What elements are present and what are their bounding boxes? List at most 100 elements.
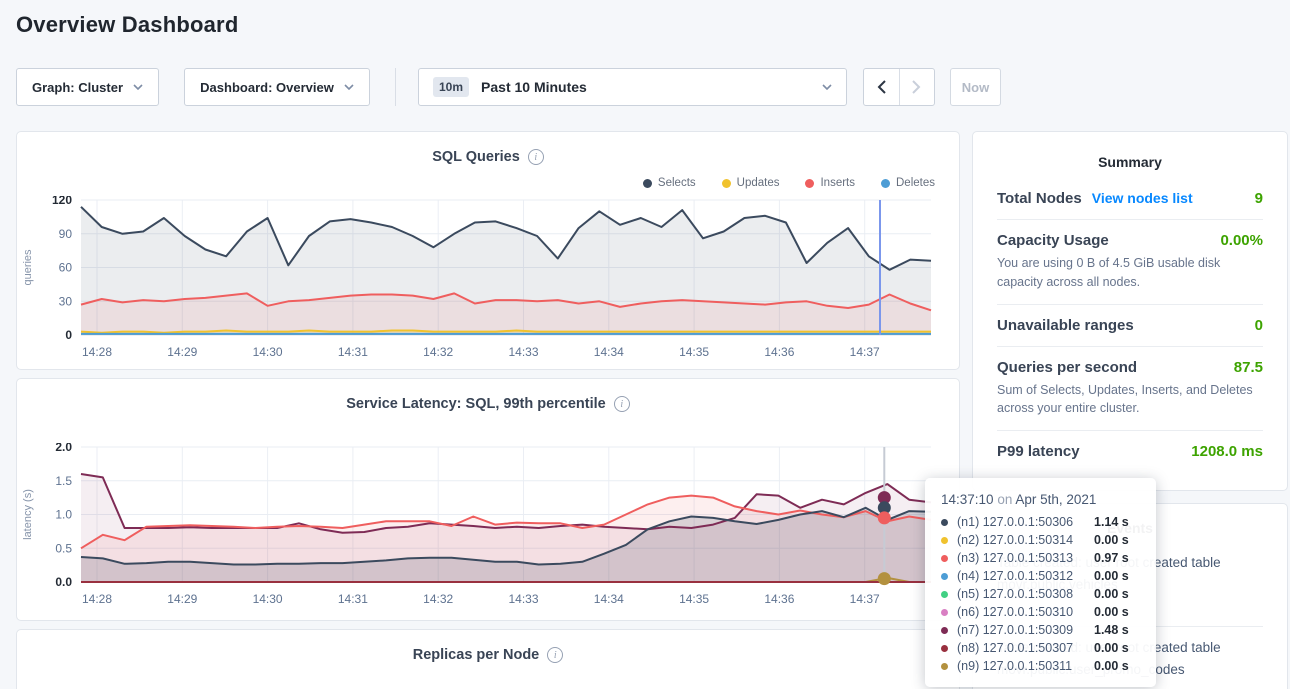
info-icon[interactable]: i xyxy=(614,396,630,412)
summary-row: Capacity Usage 0.00% You are using 0 B of … xyxy=(997,219,1263,304)
time-range-selector[interactable]: 10m Past 10 Minutes xyxy=(418,68,847,106)
replicas-per-node-panel: Replicas per Node i xyxy=(16,629,960,689)
summary-value: 0.00% xyxy=(1220,232,1263,249)
svg-text:14:28: 14:28 xyxy=(82,592,112,606)
summary-row: Total NodesView nodes list9 xyxy=(997,178,1263,219)
summary-row: Unavailable ranges0 xyxy=(997,304,1263,346)
legend-item: Deletes xyxy=(881,177,935,189)
view-nodes-list-link[interactable]: View nodes list xyxy=(1092,190,1193,206)
sql-queries-chart-title: SQL Queries xyxy=(432,149,520,165)
svg-text:1.0: 1.0 xyxy=(55,508,72,522)
page-title: Overview Dashboard xyxy=(16,12,238,38)
svg-text:14:37: 14:37 xyxy=(850,592,880,606)
node-color-dot-icon xyxy=(941,573,948,580)
tooltip-node-label: (n2) 127.0.0.1:50314 xyxy=(957,533,1094,547)
svg-text:14:36: 14:36 xyxy=(764,592,794,606)
tooltip-node-value: 0.00 s xyxy=(1094,605,1129,619)
summary-label: Capacity Usage xyxy=(997,232,1109,249)
tooltip-row: (n3) 127.0.0.1:503130.97 s xyxy=(941,549,1140,567)
sql-queries-panel: SQL Queries i SelectsUpdatesInsertsDelet… xyxy=(16,131,960,370)
tooltip-node-value: 0.00 s xyxy=(1094,533,1129,547)
sql-queries-chart-plot[interactable]: 030609012014:2814:2914:3014:3114:3214:33… xyxy=(17,196,961,366)
chart-title-row: Service Latency: SQL, 99th percentile i xyxy=(17,396,959,412)
now-button[interactable]: Now xyxy=(950,68,1001,106)
legend-dot-icon xyxy=(643,179,652,188)
service-latency-chart-title: Service Latency: SQL, 99th percentile xyxy=(346,396,606,412)
tooltip-row: (n9) 127.0.0.1:503110.00 s xyxy=(941,657,1140,675)
tooltip-row: (n6) 127.0.0.1:503100.00 s xyxy=(941,603,1140,621)
tooltip-timestamp: 14:37:10 on Apr 5th, 2021 xyxy=(941,488,1140,513)
time-forward-button[interactable] xyxy=(899,69,935,105)
svg-text:14:34: 14:34 xyxy=(594,592,624,606)
svg-text:14:31: 14:31 xyxy=(338,345,368,359)
chevron-left-icon xyxy=(877,80,886,94)
tooltip-row: (n2) 127.0.0.1:503140.00 s xyxy=(941,531,1140,549)
tooltip-node-value: 1.48 s xyxy=(1094,623,1129,637)
svg-text:14:35: 14:35 xyxy=(679,345,709,359)
summary-description: You are using 0 B of 4.5 GiB usable disk… xyxy=(997,254,1263,292)
svg-text:0.0: 0.0 xyxy=(55,575,72,589)
legend-dot-icon xyxy=(881,179,890,188)
summary-description: Sum of Selects, Updates, Inserts, and De… xyxy=(997,381,1263,419)
chevron-down-icon xyxy=(344,84,354,90)
svg-text:120: 120 xyxy=(52,196,72,207)
svg-text:14:32: 14:32 xyxy=(423,345,453,359)
tooltip-node-value: 0.97 s xyxy=(1094,551,1129,565)
time-back-button[interactable] xyxy=(864,69,899,105)
summary-value: 1208.0 ms xyxy=(1191,443,1263,460)
tooltip-node-label: (n6) 127.0.0.1:50310 xyxy=(957,605,1094,619)
svg-text:14:33: 14:33 xyxy=(508,592,538,606)
node-color-dot-icon xyxy=(941,609,948,616)
tooltip-node-label: (n5) 127.0.0.1:50308 xyxy=(957,587,1094,601)
summary-label: Queries per second xyxy=(997,359,1137,376)
chart-hover-tooltip: 14:37:10 on Apr 5th, 2021 (n1) 127.0.0.1… xyxy=(925,478,1156,687)
summary-label: Total Nodes xyxy=(997,190,1082,207)
summary-panel: Summary Total NodesView nodes list9Capac… xyxy=(972,131,1288,491)
svg-text:14:29: 14:29 xyxy=(167,345,197,359)
tooltip-node-value: 0.00 s xyxy=(1094,641,1129,655)
svg-text:14:29: 14:29 xyxy=(167,592,197,606)
legend-dot-icon xyxy=(805,179,814,188)
sql-queries-legend: SelectsUpdatesInsertsDeletes xyxy=(643,177,935,189)
toolbar-divider xyxy=(395,68,396,106)
svg-text:2.0: 2.0 xyxy=(55,443,72,454)
tooltip-node-label: (n7) 127.0.0.1:50309 xyxy=(957,623,1094,637)
summary-label: Unavailable ranges xyxy=(997,317,1134,334)
dashboard-dropdown-label: Dashboard: Overview xyxy=(200,80,334,95)
chart-title-row: Replicas per Node i xyxy=(17,647,959,663)
chart-title-row: SQL Queries i xyxy=(17,149,959,165)
node-color-dot-icon xyxy=(941,645,948,652)
replicas-chart-title: Replicas per Node xyxy=(413,647,540,663)
time-range-badge: 10m xyxy=(433,77,469,97)
summary-rows: Total NodesView nodes list9Capacity Usag… xyxy=(997,178,1263,472)
node-color-dot-icon xyxy=(941,663,948,670)
svg-text:90: 90 xyxy=(59,227,73,241)
chevron-down-icon xyxy=(822,84,832,90)
graph-scope-dropdown[interactable]: Graph: Cluster xyxy=(16,68,159,106)
info-icon[interactable]: i xyxy=(547,647,563,663)
service-latency-panel: Service Latency: SQL, 99th percentile i … xyxy=(16,378,960,621)
svg-text:14:36: 14:36 xyxy=(764,345,794,359)
service-latency-chart-plot[interactable]: 0.00.51.01.52.014:2814:2914:3014:3114:32… xyxy=(17,443,961,613)
legend-label: Inserts xyxy=(820,177,855,189)
overview-dashboard-page: Overview Dashboard Graph: Cluster Dashbo… xyxy=(0,0,1290,689)
node-color-dot-icon xyxy=(941,537,948,544)
summary-row: Queries per second 87.5 Sum of Selects, Up… xyxy=(997,346,1263,431)
chevron-right-icon xyxy=(912,80,921,94)
time-range-label: Past 10 Minutes xyxy=(481,79,587,95)
tooltip-row: (n8) 127.0.0.1:503070.00 s xyxy=(941,639,1140,657)
summary-value: 87.5 xyxy=(1234,359,1263,376)
tooltip-node-value: 1.14 s xyxy=(1094,515,1129,529)
info-icon[interactable]: i xyxy=(528,149,544,165)
tooltip-node-value: 0.00 s xyxy=(1094,569,1129,583)
legend-item: Updates xyxy=(722,177,780,189)
dashboard-dropdown[interactable]: Dashboard: Overview xyxy=(184,68,370,106)
legend-item: Inserts xyxy=(805,177,855,189)
svg-text:0.5: 0.5 xyxy=(55,541,72,555)
node-color-dot-icon xyxy=(941,555,948,562)
svg-text:14:35: 14:35 xyxy=(679,592,709,606)
chevron-down-icon xyxy=(133,84,143,90)
svg-text:14:28: 14:28 xyxy=(82,345,112,359)
svg-text:14:34: 14:34 xyxy=(594,345,624,359)
svg-text:14:37: 14:37 xyxy=(850,345,880,359)
